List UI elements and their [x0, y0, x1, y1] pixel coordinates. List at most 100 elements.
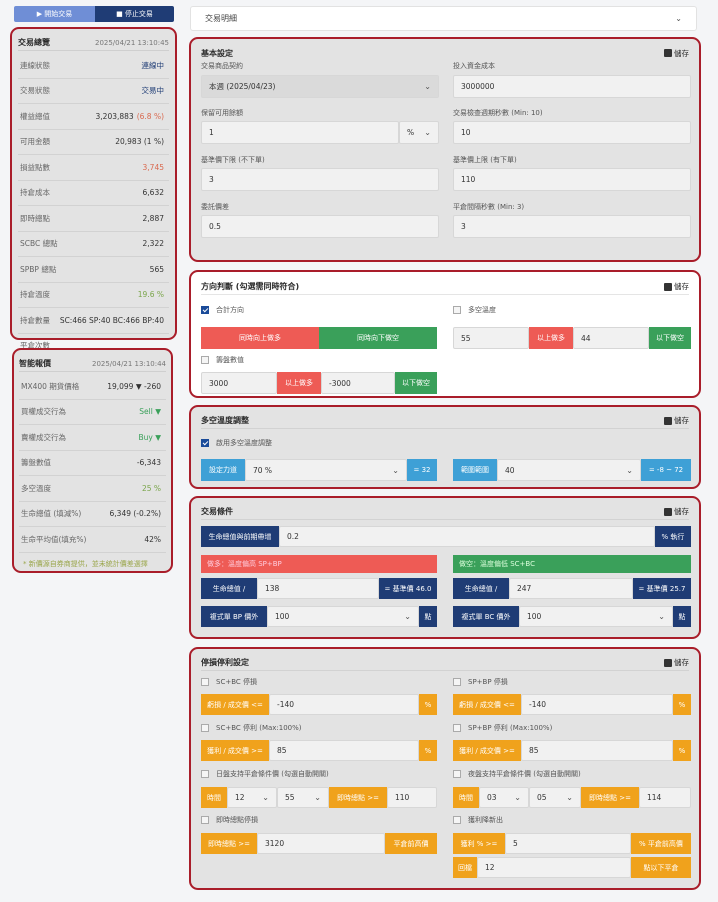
- start-trading-button[interactable]: ▶ 開始交易: [14, 6, 95, 22]
- profit-exit-checkbox[interactable]: [453, 816, 461, 824]
- info-row: 連線狀態 連線中: [18, 53, 169, 79]
- sp-loss-checkbox[interactable]: [453, 678, 461, 686]
- night-time-label: 時間: [453, 787, 479, 808]
- info-value: 6,349 (-0.2%): [109, 509, 161, 519]
- info-value: 3,203,883: [95, 111, 134, 121]
- info-label: 籌盤數值: [21, 458, 51, 468]
- info-label: 可用金額: [20, 137, 50, 147]
- save-icon: [664, 507, 672, 516]
- keep-input[interactable]: 1: [201, 121, 399, 144]
- track-checkbox[interactable]: [201, 816, 209, 824]
- keep-unit-select[interactable]: % ⌄: [399, 121, 439, 144]
- info-label: 賣權成交行為: [21, 432, 66, 442]
- close-interval-label: 平倉間隔秒數 (Min: 3): [453, 203, 525, 211]
- smart-quote-panel: 智能報價 2025/04/21 13:10:44 MX400 期貨價格 19,09…: [12, 348, 173, 573]
- life-input[interactable]: 0.2: [279, 526, 655, 547]
- ratio-input[interactable]: 5: [505, 833, 631, 854]
- day-minute-select[interactable]: 55 ⌄: [277, 787, 329, 808]
- direction-save-button[interactable]: 儲存: [664, 281, 689, 292]
- down-short-button[interactable]: 同時向下做空: [319, 327, 437, 349]
- info-value: 2,322: [142, 239, 164, 249]
- track-input[interactable]: 3120: [257, 833, 385, 854]
- save-icon: [664, 416, 672, 425]
- temp-long-button[interactable]: 以上做多: [529, 327, 573, 349]
- stop-trading-button[interactable]: ■ 停止交易: [95, 6, 174, 22]
- combined-checkbox[interactable]: [201, 306, 209, 314]
- info-value: Sell ▼: [139, 407, 161, 417]
- long-header: 做多：溫度偏高 SP+BP: [201, 555, 437, 573]
- close-interval-input[interactable]: 3: [453, 215, 691, 238]
- back-close-button[interactable]: 點以下平倉: [631, 857, 691, 878]
- sc-profit-checkbox[interactable]: [201, 724, 209, 732]
- sp-profit-checkbox[interactable]: [453, 724, 461, 732]
- temp-adjust-panel: 多空溫度調整 儲存 啟用多空溫度調整 設定力道 70 % ⌄ = 32 範圍範圍 …: [189, 405, 701, 489]
- temp-adjust-save-button[interactable]: 儲存: [664, 415, 689, 426]
- temp-adjust-checkbox[interactable]: [201, 439, 209, 447]
- info-value: 25 %: [141, 483, 161, 493]
- chip-high-input[interactable]: -3000: [321, 372, 395, 394]
- life-left-input[interactable]: 138: [257, 578, 379, 599]
- temp-high-input[interactable]: 44: [573, 327, 649, 349]
- sp-profit-input[interactable]: 85: [521, 740, 673, 761]
- temp-short-button[interactable]: 以下做空: [649, 327, 691, 349]
- keep-label: 保留可用餘額: [201, 109, 243, 117]
- sc-loss-prefix: 虧損 / 成交價 <=: [201, 694, 269, 715]
- bc-select[interactable]: 100 ⌄: [519, 606, 673, 627]
- lower-input[interactable]: 3: [201, 168, 439, 191]
- conditions-panel: 交易條件 儲存 生命總值與前期帶增 0.2 % 執行 做多：溫度偏高 SP+BP…: [189, 496, 701, 639]
- sp-loss-pct: %: [673, 694, 691, 715]
- info-row: 交易狀態 交易中: [18, 79, 169, 104]
- basic-save-button[interactable]: 儲存: [664, 48, 689, 59]
- execute-button[interactable]: % 執行: [655, 526, 691, 547]
- temp-low-input[interactable]: 55: [453, 327, 529, 349]
- back-input[interactable]: 12: [477, 857, 631, 878]
- ratio-close-button[interactable]: % 平倉前高價: [631, 833, 691, 854]
- info-label: 權益總值: [20, 111, 50, 121]
- life-right-input[interactable]: 247: [509, 578, 633, 599]
- night-minute-select[interactable]: 05 ⌄: [529, 787, 581, 808]
- night-hour-select[interactable]: 03 ⌄: [479, 787, 529, 808]
- track-close-button[interactable]: 平倉前高價: [385, 833, 437, 854]
- stop-save-button[interactable]: 儲存: [664, 657, 689, 668]
- night-instant-input[interactable]: 114: [639, 787, 691, 808]
- range-select[interactable]: 40 ⌄: [497, 459, 641, 481]
- chip-checkbox[interactable]: [201, 356, 209, 364]
- up-long-button[interactable]: 同時向上做多: [201, 327, 319, 349]
- info-row: SCBC 總點 2,322: [18, 232, 169, 257]
- commission-input[interactable]: 0.5: [201, 215, 439, 238]
- info-value: Buy ▼: [138, 432, 162, 442]
- bp-select[interactable]: 100 ⌄: [267, 606, 419, 627]
- contract-select[interactable]: 本週 (2025/04/23) ⌄: [201, 75, 439, 98]
- sp-profit-prefix: 獲利 / 成交價 >=: [453, 740, 521, 761]
- basic-title: 基本設定: [201, 48, 233, 58]
- day-hour-select[interactable]: 12 ⌄: [227, 787, 277, 808]
- smart-list: MX400 期貨價格 19,099 ▼ -260 買權成交行為 Sell ▼ 賣權成交行…: [19, 374, 166, 553]
- chip-long-button[interactable]: 以上做多: [277, 372, 321, 394]
- info-label: 持倉數量: [20, 315, 50, 325]
- info-row: 權益總值 3,203,883 (6.8 %): [18, 104, 169, 130]
- sc-loss-checkbox[interactable]: [201, 678, 209, 686]
- day-instant-input[interactable]: 110: [387, 787, 437, 808]
- trade-detail-accordion[interactable]: 交易明細 ⌄: [190, 6, 697, 31]
- day-checkbox[interactable]: [201, 770, 209, 778]
- sc-profit-input[interactable]: 85: [269, 740, 419, 761]
- chip-low-input[interactable]: 3000: [201, 372, 277, 394]
- sp-loss-input[interactable]: -140: [521, 694, 673, 715]
- info-value: 交易中: [141, 86, 165, 96]
- capital-label: 投入資金成本: [453, 62, 495, 70]
- power-select[interactable]: 70 % ⌄: [245, 459, 407, 481]
- sc-loss-input[interactable]: -140: [269, 694, 419, 715]
- night-checkbox[interactable]: [453, 770, 461, 778]
- info-row: 持倉成本 6,632: [18, 181, 169, 206]
- conditions-save-button[interactable]: 儲存: [664, 506, 689, 517]
- chip-label: 籌盤數值: [216, 356, 244, 364]
- capital-input[interactable]: 3000000: [453, 75, 691, 98]
- info-label: SPBP 總點: [20, 264, 57, 274]
- info-value: 565: [149, 264, 164, 274]
- trade-detail-label: 交易明細: [205, 14, 237, 23]
- interval-input[interactable]: 10: [453, 121, 691, 144]
- chip-short-button[interactable]: 以下做空: [395, 372, 437, 394]
- temp-checkbox[interactable]: [453, 306, 461, 314]
- upper-input[interactable]: 110: [453, 168, 691, 191]
- upper-label: 基準價上限 (有下單): [453, 156, 517, 164]
